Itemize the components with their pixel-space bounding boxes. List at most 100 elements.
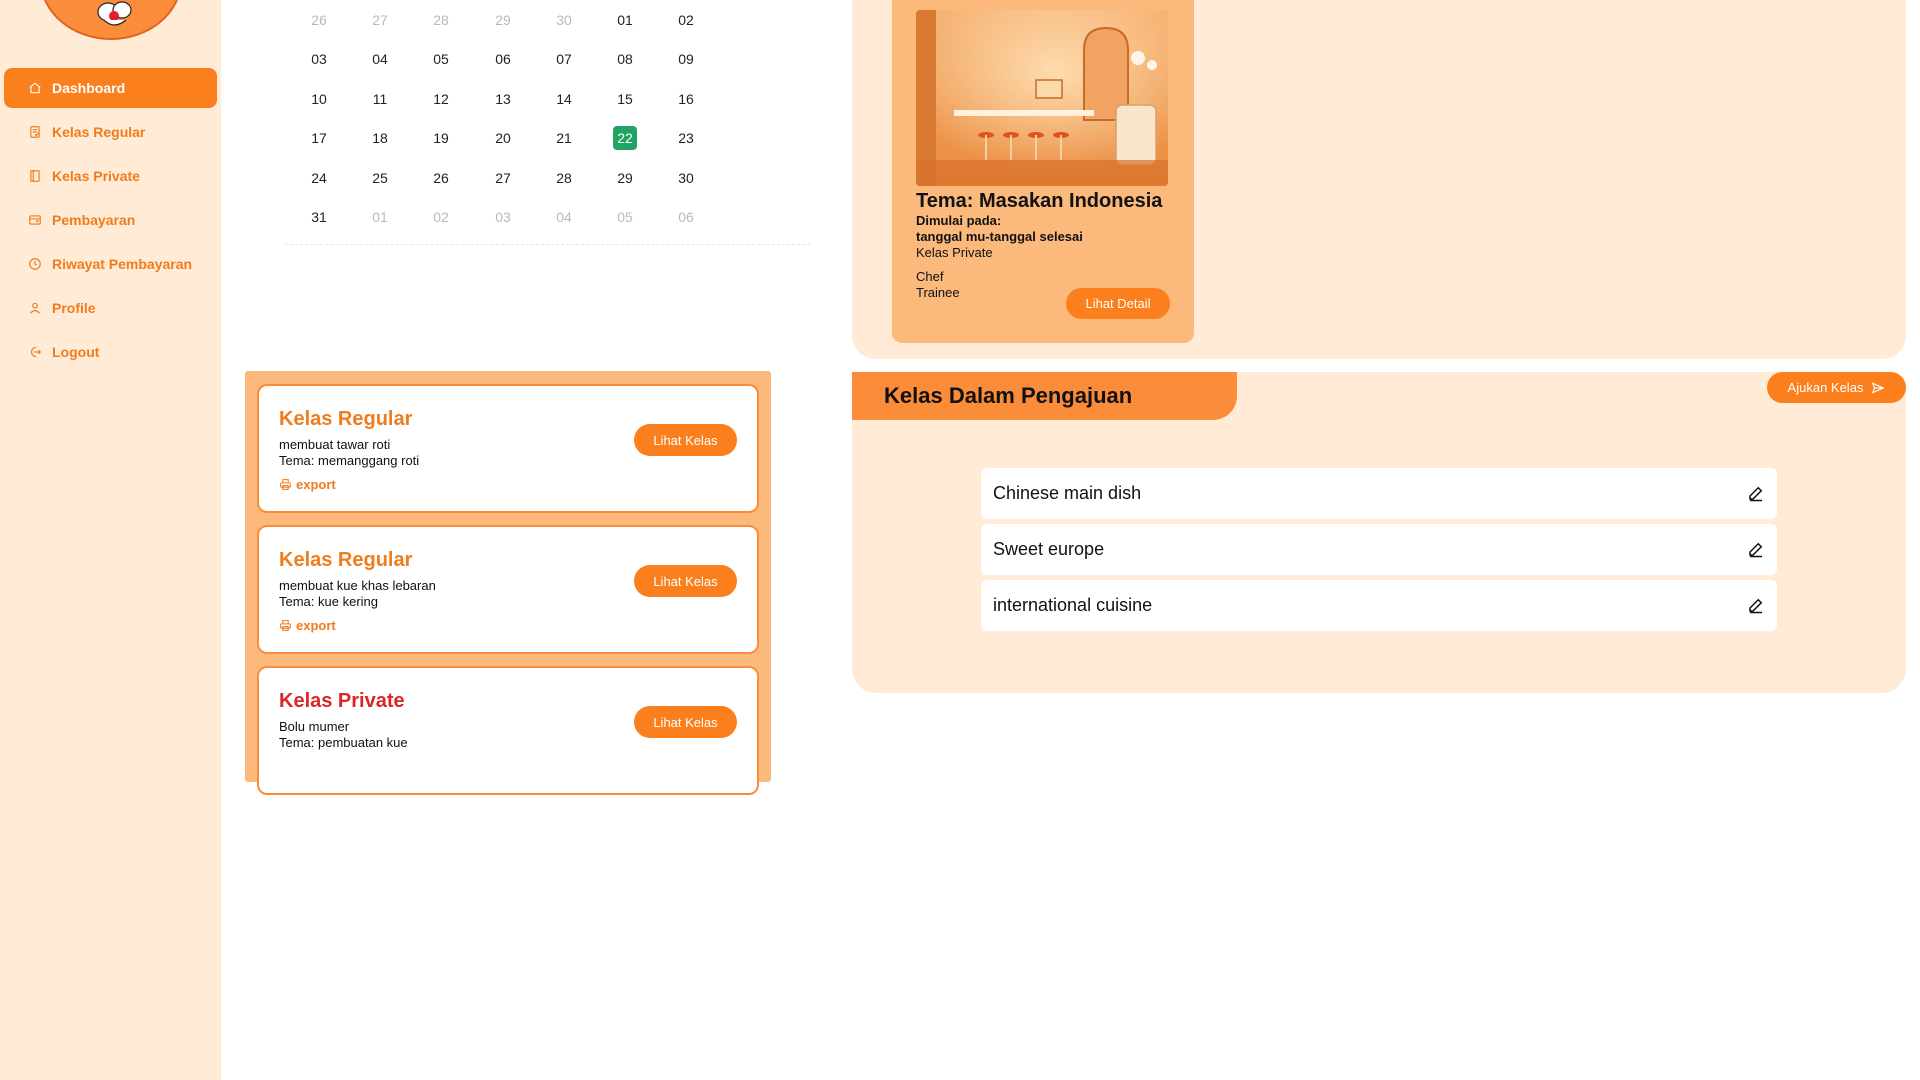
featured-class-card: Tema: Masakan Indonesia Dimulai pada: ta…	[892, 0, 1194, 343]
calendar-day[interactable]: 18	[360, 119, 400, 159]
sidebar: Dashboard Kelas Regular Kelas Private Pemba…	[0, 0, 221, 1080]
calendar-day[interactable]: 05	[421, 40, 461, 80]
calendar-day[interactable]: 06	[483, 40, 523, 80]
calendar-day[interactable]: 17	[299, 119, 339, 159]
calendar-day[interactable]: 26	[421, 158, 461, 198]
calendar-day[interactable]: 01	[605, 0, 645, 40]
chef-label: Chef	[916, 269, 944, 284]
calendar-day[interactable]: 10	[299, 79, 339, 119]
printer-icon	[280, 479, 291, 490]
sidebar-item-kelas-regular[interactable]: Kelas Regular	[4, 112, 217, 152]
sidebar-item-label: Pembayaran	[52, 212, 136, 228]
sidebar-item-riwayat-pembayaran[interactable]: Riwayat Pembayaran	[4, 244, 217, 284]
calendar-day[interactable]: 24	[299, 158, 339, 198]
calendar-day[interactable]: 29	[483, 0, 523, 40]
calendar-day[interactable]: 29	[605, 158, 645, 198]
calendar-day[interactable]: 26	[299, 0, 339, 40]
pending-classes-title: Kelas Dalam Pengajuan	[852, 372, 1237, 420]
class-kind: Kelas Private	[916, 245, 993, 260]
calendar-week: 31 01 02 03 04 05 06	[285, 198, 810, 238]
sidebar-item-logout[interactable]: Logout	[4, 332, 217, 372]
export-link[interactable]: export	[279, 477, 737, 492]
calendar-day[interactable]: 13	[483, 79, 523, 119]
calendar-day[interactable]: 11	[360, 79, 400, 119]
calendar-day[interactable]: 21	[544, 119, 584, 159]
calendar-day[interactable]: 16	[666, 79, 706, 119]
export-label: export	[296, 618, 336, 633]
calendar-day[interactable]: 08	[605, 40, 645, 80]
submit-class-button[interactable]: Ajukan Kelas	[1767, 372, 1906, 403]
calendar-day[interactable]: 03	[299, 40, 339, 80]
calendar-day[interactable]: 23	[666, 119, 706, 159]
pending-class-item: international cuisine	[981, 580, 1777, 631]
user-icon	[28, 301, 42, 315]
view-detail-button[interactable]: Lihat Detail	[1066, 288, 1170, 319]
calendar-week: 24 25 26 27 28 29 30	[285, 158, 810, 198]
sidebar-item-profile[interactable]: Profile	[4, 288, 217, 328]
calendar-day-today[interactable]: 22	[605, 119, 645, 159]
view-class-button[interactable]: Lihat Kelas	[634, 706, 737, 738]
sidebar-nav: Dashboard Kelas Regular Kelas Private Pemba…	[4, 68, 217, 376]
calendar-day[interactable]: 09	[666, 40, 706, 80]
edit-icon[interactable]	[1747, 484, 1765, 502]
edit-icon[interactable]	[1747, 540, 1765, 558]
export-label: export	[296, 477, 336, 492]
send-icon	[1872, 381, 1886, 394]
wallet-icon	[28, 213, 42, 227]
calendar-day[interactable]: 20	[483, 119, 523, 159]
date-range: tanggal mu-tanggal selesai	[916, 229, 1083, 244]
pending-class-item: Chinese main dish	[981, 468, 1777, 519]
notebook-icon	[28, 169, 42, 183]
class-card: Kelas Private Bolu mumer Tema: pembuatan k…	[257, 666, 759, 795]
view-class-button[interactable]: Lihat Kelas	[634, 424, 737, 456]
pending-classes-list: Chinese main dish Sweet europe internation…	[981, 468, 1777, 636]
sidebar-item-label: Kelas Private	[52, 168, 140, 184]
calendar-day[interactable]: 07	[544, 40, 584, 80]
calendar-day[interactable]: 15	[605, 79, 645, 119]
calendar-day[interactable]: 19	[421, 119, 461, 159]
export-link[interactable]: export	[279, 618, 737, 633]
sidebar-item-label: Logout	[52, 344, 100, 360]
calendar-day[interactable]: 12	[421, 79, 461, 119]
view-class-button[interactable]: Lihat Kelas	[634, 565, 737, 597]
printer-icon	[280, 620, 291, 631]
calendar-day[interactable]: 28	[421, 0, 461, 40]
calendar-day[interactable]: 27	[360, 0, 400, 40]
calendar-week: 10 11 12 13 14 15 16	[285, 79, 810, 119]
submit-class-label: Ajukan Kelas	[1787, 380, 1864, 395]
logout-icon	[28, 345, 42, 359]
calendar-week: 26 27 28 29 30 01 02	[285, 0, 810, 40]
calendar-day[interactable]: 14	[544, 79, 584, 119]
calendar-day[interactable]: 01	[360, 198, 400, 238]
sidebar-item-kelas-private[interactable]: Kelas Private	[4, 156, 217, 196]
calendar-day[interactable]: 02	[421, 198, 461, 238]
featured-class-title: Tema: Masakan Indonesia	[916, 190, 1163, 212]
sidebar-item-label: Kelas Regular	[52, 124, 146, 140]
calendar-day[interactable]: 31	[299, 198, 339, 238]
sidebar-item-dashboard[interactable]: Dashboard	[4, 68, 217, 108]
start-label: Dimulai pada:	[916, 213, 1002, 228]
edit-icon[interactable]	[1747, 596, 1765, 614]
class-card: Kelas Regular membuat tawar roti Tema: mem…	[257, 384, 759, 513]
sidebar-item-pembayaran[interactable]: Pembayaran	[4, 200, 217, 240]
calendar-day[interactable]: 04	[360, 40, 400, 80]
calendar-day[interactable]: 02	[666, 0, 706, 40]
pending-class-name: international cuisine	[993, 595, 1153, 615]
mascot-icon	[97, 1, 132, 26]
calendar-day[interactable]: 03	[483, 198, 523, 238]
calendar-day[interactable]: 05	[605, 198, 645, 238]
calendar-day[interactable]: 06	[666, 198, 706, 238]
calendar-day[interactable]: 04	[544, 198, 584, 238]
calendar-day[interactable]: 27	[483, 158, 523, 198]
calendar-day[interactable]: 30	[666, 158, 706, 198]
class-list-panel: Kelas Regular membuat tawar roti Tema: mem…	[245, 371, 771, 795]
sidebar-item-label: Dashboard	[52, 80, 126, 96]
dashboard-page: Dashboard Kelas Regular Kelas Private Pemba…	[0, 0, 1920, 1080]
calendar-day[interactable]: 28	[544, 158, 584, 198]
calendar-week: 17 18 19 20 21 22 23	[285, 119, 810, 159]
clock-icon	[28, 257, 42, 271]
calendar-day[interactable]: 25	[360, 158, 400, 198]
sidebar-item-label: Riwayat Pembayaran	[52, 256, 193, 272]
calendar-day[interactable]: 30	[544, 0, 584, 40]
pending-class-name: Chinese main dish	[993, 483, 1142, 503]
